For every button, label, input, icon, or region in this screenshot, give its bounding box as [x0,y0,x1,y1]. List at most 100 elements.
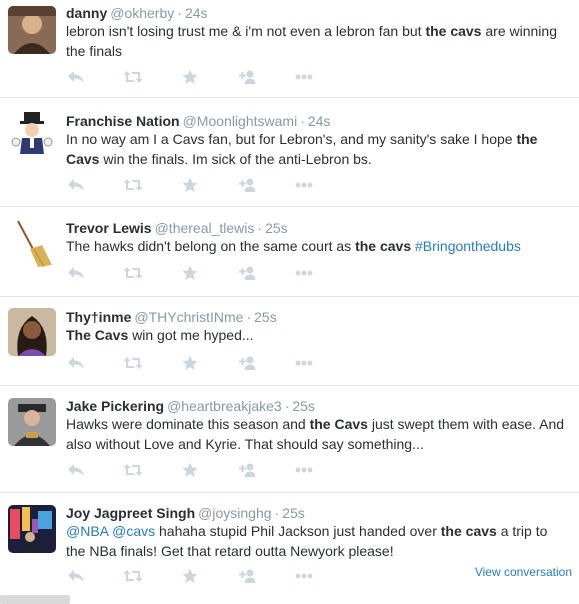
tweet: Trevor Lewis @thereal_tlewis · 25s The hawk… [0,207,579,297]
reply-button[interactable] [66,67,86,87]
username[interactable]: @thereal_tlewis [155,220,255,236]
text-run: hahaha stupid Phil Jackson just handed o… [155,523,441,539]
follow-button[interactable] [237,566,257,586]
more-button[interactable] [294,263,314,283]
reply-icon [67,266,85,280]
tweet-header: Trevor Lewis @thereal_tlewis · 25s [66,220,288,236]
retweet-icon [123,356,143,370]
username[interactable]: @joysinghg [198,505,271,521]
tweet-text: The hawks didn't belong on the same cour… [66,236,566,256]
tweet-text: lebron isn't losing trust me & i'm not e… [66,21,566,61]
avatar[interactable] [8,6,56,54]
favorite-icon [182,568,198,584]
fullname[interactable]: Thy†inme [66,309,131,325]
retweet-button[interactable] [123,460,143,480]
username[interactable]: @THYchristINme [134,309,243,325]
avatar[interactable] [8,108,56,156]
horizontal-scrollbar[interactable] [0,595,70,604]
favorite-icon [182,265,198,281]
highlight-term: The Cavs [66,327,129,343]
tweet-actions [66,566,351,586]
favorite-button[interactable] [180,353,200,373]
fullname[interactable]: Jake Pickering [66,398,164,414]
retweet-button[interactable] [123,67,143,87]
fullname[interactable]: Trevor Lewis [66,220,152,236]
tweet-actions [66,67,351,87]
avatar[interactable] [8,308,56,356]
username[interactable]: @okherby [110,5,174,21]
reply-icon [67,178,85,192]
favorite-icon [182,177,198,193]
follow-icon [237,177,257,193]
text-run: The hawks didn't belong on the same cour… [66,238,356,254]
tweet-actions [66,460,351,480]
follow-button[interactable] [237,263,257,283]
tweet-text: The Cavs win got me hyped... [66,325,566,345]
avatar[interactable] [8,219,56,267]
reply-icon [67,569,85,583]
username[interactable]: @Moonlightswami [183,113,298,129]
avatar[interactable] [8,505,56,553]
more-button[interactable] [294,460,314,480]
text-run: lebron isn't losing trust me & i'm not e… [66,23,426,39]
reply-icon [67,356,85,370]
timestamp[interactable]: 24s [308,113,331,129]
tweet-actions [66,263,351,283]
view-conversation-link[interactable]: View conversation [475,565,572,579]
favorite-button[interactable] [180,263,200,283]
reply-button[interactable] [66,353,86,373]
retweet-icon [123,70,143,84]
retweet-button[interactable] [123,566,143,586]
tweet-link[interactable]: @cavs [112,523,155,539]
follow-icon [237,462,257,478]
follow-icon [237,69,257,85]
text-run: Hawks were dominate this season and [66,416,310,432]
follow-icon [237,568,257,584]
favorite-button[interactable] [180,67,200,87]
retweet-icon [123,569,143,583]
fullname[interactable]: Joy Jagpreet Singh [66,505,195,521]
highlight-term: the cavs [440,523,497,539]
retweet-button[interactable] [123,263,143,283]
favorite-icon [182,69,198,85]
more-button[interactable] [294,67,314,87]
fullname[interactable]: Franchise Nation [66,113,180,129]
fullname[interactable]: danny [66,5,107,21]
timestamp[interactable]: 25s [254,309,277,325]
favorite-button[interactable] [180,175,200,195]
timestamp[interactable]: 24s [185,5,208,21]
more-button[interactable] [294,566,314,586]
avatar[interactable] [8,398,56,446]
follow-button[interactable] [237,460,257,480]
highlight-term: the cavs [425,23,482,39]
reply-button[interactable] [66,263,86,283]
reply-button[interactable] [66,460,86,480]
retweet-icon [123,178,143,192]
more-button[interactable] [294,175,314,195]
reply-button[interactable] [66,566,86,586]
more-icon [295,270,313,276]
tweet: Joy Jagpreet Singh @joysinghg · 25s @NBA @c… [0,493,579,593]
retweet-button[interactable] [123,353,143,373]
favorite-button[interactable] [180,460,200,480]
timestamp[interactable]: 25s [282,505,305,521]
reply-button[interactable] [66,175,86,195]
tweet-header: Joy Jagpreet Singh @joysinghg · 25s [66,505,305,521]
tweet-header: Jake Pickering @heartbreakjake3 · 25s [66,398,315,414]
reply-icon [67,70,85,84]
more-button[interactable] [294,353,314,373]
tweet-link[interactable]: #Bringonthedubs [415,238,521,254]
tweet-actions [66,353,351,373]
favorite-button[interactable] [180,566,200,586]
tweet-header: Thy†inme @THYchristINme · 25s [66,309,277,325]
timestamp[interactable]: 25s [292,398,315,414]
timestamp[interactable]: 25s [265,220,288,236]
retweet-button[interactable] [123,175,143,195]
follow-button[interactable] [237,175,257,195]
tweet-actions [66,175,351,195]
tweet-link[interactable]: @NBA [66,523,108,539]
username[interactable]: @heartbreakjake3 [167,398,282,414]
follow-button[interactable] [237,67,257,87]
tweet-text: @NBA @cavs hahaha stupid Phil Jackson ju… [66,521,566,561]
follow-button[interactable] [237,353,257,373]
